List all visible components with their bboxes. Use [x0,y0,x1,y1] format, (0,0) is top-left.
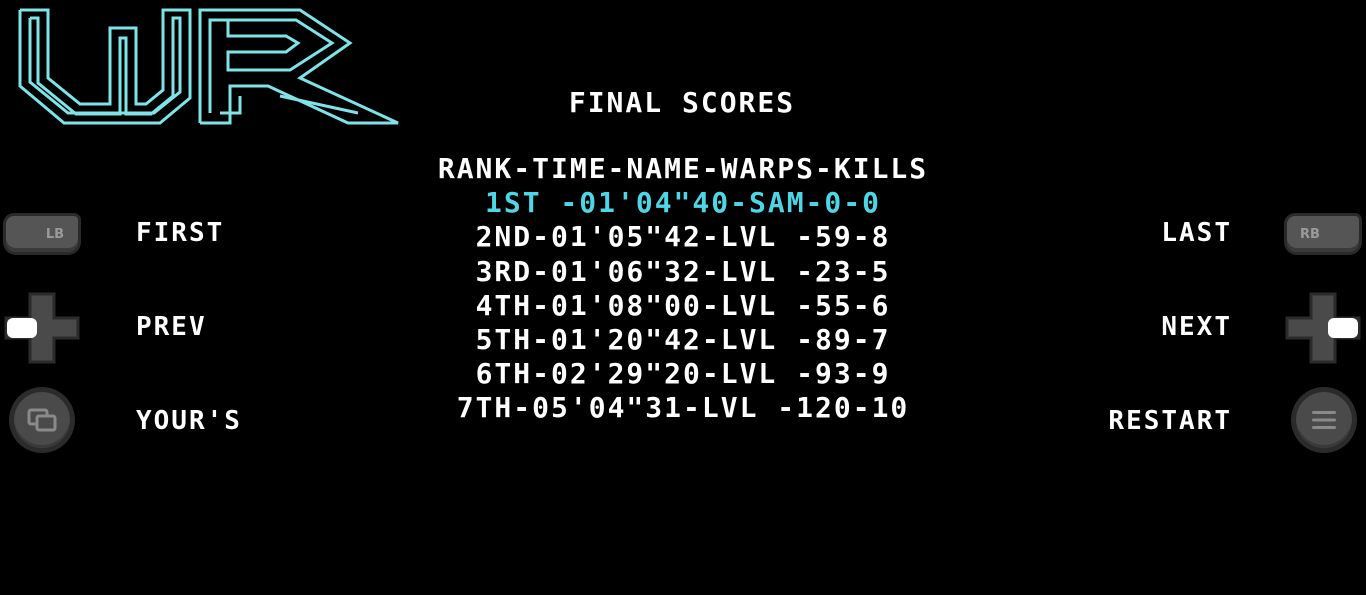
screen-title: FINAL SCORES [568,86,796,119]
restart-control[interactable] [1296,392,1352,448]
scores-header: RANK-TIME-NAME-WARPS-KILLS [437,152,929,185]
lb-bumper-icon[interactable]: LB [6,216,78,252]
restart-label: RESTART [1108,406,1232,436]
score-row: 3RD-01'06"32-LVL -23-5 [475,254,891,288]
yours-control[interactable] [14,392,70,448]
last-label: LAST [1161,218,1232,248]
score-row: 4TH-01'08"00-LVL -55-6 [475,288,891,322]
score-row: 5TH-01'20"42-LVL -89-7 [475,323,891,357]
prev-control[interactable] [4,292,80,368]
menu-button-icon[interactable] [1296,392,1352,448]
lb-label: LB [45,226,65,242]
next-control[interactable] [1285,292,1361,368]
yours-label: YOUR'S [136,406,242,436]
score-row: 6TH-02'29"20-LVL -93-9 [475,357,891,391]
next-label: NEXT [1161,312,1232,342]
scores-table: RANK-TIME-NAME-WARPS-KILLS 1ST -01'04"40… [370,152,996,426]
rb-bumper-icon[interactable]: RB [1287,216,1359,252]
view-button-icon[interactable] [14,392,70,448]
game-logo [18,8,400,132]
hamburger-icon [1312,411,1336,429]
last-control[interactable]: RB [1287,216,1359,252]
wr-logo-icon [18,8,399,125]
first-control[interactable]: LB [6,216,78,252]
dpad-left-icon[interactable] [4,292,80,364]
prev-label: PREV [136,312,207,342]
rb-label: RB [1300,226,1320,242]
score-row: 2ND-01'05"42-LVL -59-8 [475,220,891,254]
first-label: FIRST [136,218,225,248]
score-row-highlighted: 1ST -01'04"40-SAM-0-0 [484,186,881,220]
view-windows-icon [27,408,57,432]
score-row: 7TH-05'04"31-LVL -120-10 [456,391,910,425]
dpad-right-icon[interactable] [1285,292,1361,364]
